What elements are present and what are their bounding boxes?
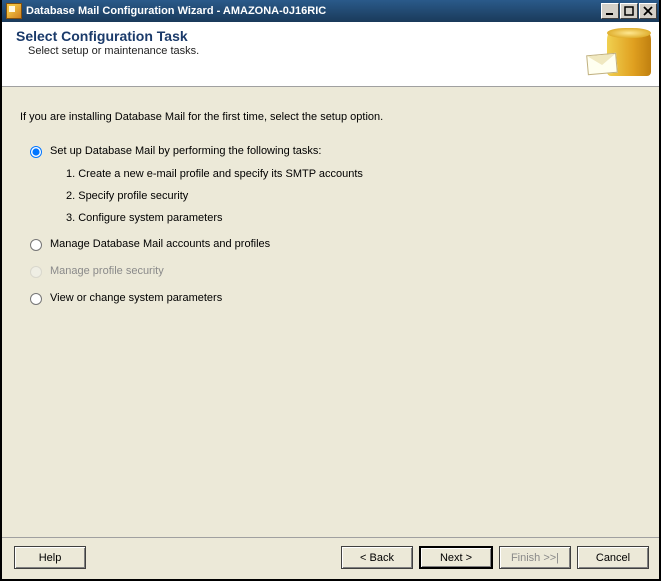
wizard-window: Database Mail Configuration Wizard - AMA… — [0, 0, 661, 581]
option-manage-security-label: Manage profile security — [50, 265, 164, 277]
window-controls — [600, 3, 657, 19]
setup-steps: 1. Create a new e-mail profile and speci… — [30, 168, 647, 224]
app-icon — [6, 3, 22, 19]
finish-button: Finish >>| — [499, 546, 571, 569]
next-button[interactable]: Next > — [419, 546, 493, 569]
back-button[interactable]: < Back — [341, 546, 413, 569]
page-subtitle: Select setup or maintenance tasks. — [16, 45, 583, 57]
option-view-params[interactable]: View or change system parameters — [30, 292, 647, 305]
minimize-button[interactable] — [601, 3, 619, 19]
help-button[interactable]: Help — [14, 546, 86, 569]
radio-view-params[interactable] — [30, 293, 42, 305]
option-manage-accounts[interactable]: Manage Database Mail accounts and profil… — [30, 238, 647, 251]
page-title: Select Configuration Task — [16, 28, 583, 44]
option-setup[interactable]: Set up Database Mail by performing the f… — [30, 145, 647, 158]
maximize-button[interactable] — [620, 3, 638, 19]
footer: Help < Back Next > Finish >>| Cancel — [2, 537, 659, 579]
setup-step-1: 1. Create a new e-mail profile and speci… — [66, 168, 647, 180]
header: Select Configuration Task Select setup o… — [2, 22, 659, 87]
titlebar[interactable]: Database Mail Configuration Wizard - AMA… — [2, 0, 659, 22]
window-title: Database Mail Configuration Wizard - AMA… — [26, 5, 600, 17]
radio-manage-security — [30, 266, 42, 278]
option-manage-security: Manage profile security — [30, 265, 647, 278]
close-button[interactable] — [639, 3, 657, 19]
option-manage-accounts-label: Manage Database Mail accounts and profil… — [50, 238, 270, 250]
database-mail-icon — [591, 28, 651, 78]
options-group: Set up Database Mail by performing the f… — [20, 145, 647, 305]
setup-step-2: 2. Specify profile security — [66, 190, 647, 202]
intro-text: If you are installing Database Mail for … — [20, 111, 647, 123]
option-setup-label: Set up Database Mail by performing the f… — [50, 145, 321, 157]
setup-step-3: 3. Configure system parameters — [66, 212, 647, 224]
option-view-params-label: View or change system parameters — [50, 292, 222, 304]
radio-setup[interactable] — [30, 146, 42, 158]
cancel-button[interactable]: Cancel — [577, 546, 649, 569]
radio-manage-accounts[interactable] — [30, 239, 42, 251]
content-area: If you are installing Database Mail for … — [2, 87, 659, 537]
